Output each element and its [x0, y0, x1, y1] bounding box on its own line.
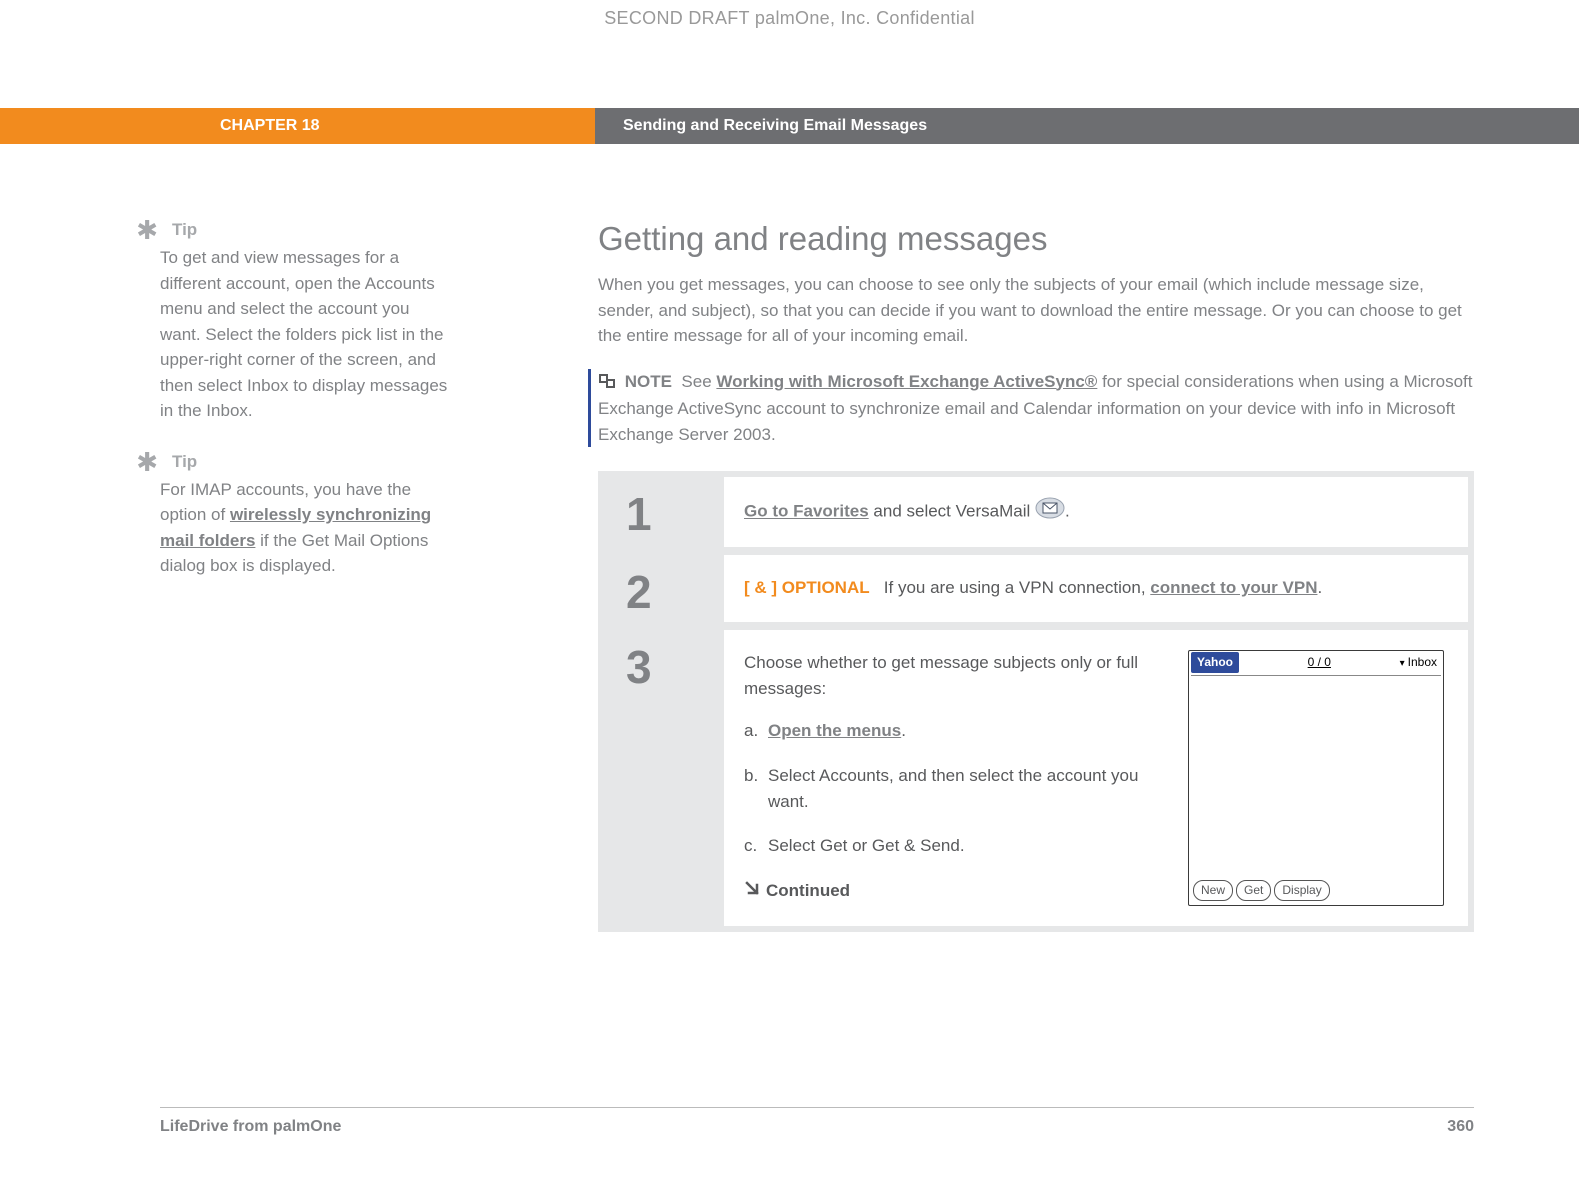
note-text: See — [681, 372, 716, 391]
page-heading: Getting and reading messages — [598, 220, 1474, 258]
tip-block: ✱ Tip For IMAP accounts, you have the op… — [160, 452, 450, 579]
substep: b. Select Accounts, and then select the … — [744, 763, 1160, 816]
substep: a. Open the menus. — [744, 718, 1160, 744]
tip-body: For IMAP accounts, you have the option o… — [160, 477, 450, 579]
note-block: NOTE See Working with Microsoft Exchange… — [588, 369, 1474, 448]
go-to-favorites-link[interactable]: Go to Favorites — [744, 502, 869, 521]
device-message-count: 0 / 0 — [1239, 653, 1400, 672]
optional-label: [ & ] OPTIONAL — [744, 578, 870, 597]
continued-arrow-icon — [744, 878, 760, 904]
note-label: NOTE — [625, 372, 672, 391]
activesync-link[interactable]: Working with Microsoft Exchange ActiveSy… — [716, 372, 1097, 391]
device-get-button[interactable]: Get — [1236, 880, 1271, 901]
device-divider — [1191, 675, 1441, 676]
continued-text: Continued — [766, 878, 850, 904]
device-screenshot: Yahoo 0 / 0 ▾Inbox New Get Display — [1188, 650, 1444, 906]
tip-block: ✱ Tip To get and view messages for a dif… — [160, 220, 450, 424]
steps-container: 1 Go to Favorites and select VersaMail .… — [598, 471, 1474, 932]
chapter-title: Sending and Receiving Email Messages — [595, 108, 1579, 144]
device-new-button[interactable]: New — [1193, 880, 1233, 901]
footer-product: LifeDrive from palmOne — [160, 1118, 341, 1136]
step-row: 1 Go to Favorites and select VersaMail . — [604, 477, 1468, 547]
step-text: If you are using a VPN connection, — [884, 578, 1151, 597]
main-column: Getting and reading messages When you ge… — [598, 220, 1474, 932]
tip-body: To get and view messages for a different… — [160, 245, 450, 424]
tip-label: Tip — [172, 452, 197, 472]
chapter-header: CHAPTER 18 Sending and Receiving Email M… — [0, 108, 1579, 144]
substep-letter: b. — [744, 763, 768, 816]
step-body: Go to Favorites and select VersaMail . — [724, 477, 1468, 547]
device-display-button[interactable]: Display — [1274, 880, 1329, 901]
continued-label: Continued — [744, 878, 1160, 904]
dropdown-triangle-icon: ▾ — [1400, 658, 1405, 669]
page-content: ✱ Tip To get and view messages for a dif… — [160, 220, 1474, 932]
note-icon — [598, 371, 616, 397]
substep-letter: a. — [744, 718, 768, 744]
page-footer: LifeDrive from palmOne 360 — [160, 1107, 1474, 1136]
step-sublist: a. Open the menus. b. Select Accounts, a… — [744, 718, 1160, 859]
device-account-label: Yahoo — [1191, 652, 1239, 673]
substep-letter: c. — [744, 833, 768, 859]
tip-label: Tip — [172, 220, 197, 240]
step-number: 3 — [604, 630, 724, 926]
substep-text: Select Accounts, and then select the acc… — [768, 763, 1160, 816]
sidebar: ✱ Tip To get and view messages for a dif… — [160, 220, 480, 932]
connect-vpn-link[interactable]: connect to your VPN — [1150, 578, 1317, 597]
step-text: . — [1065, 502, 1070, 521]
device-folder-picker[interactable]: ▾Inbox — [1400, 653, 1441, 672]
step-number: 2 — [604, 555, 724, 621]
step-lead: Choose whether to get message subjects o… — [744, 650, 1160, 703]
step-row: 3 Choose whether to get message subjects… — [604, 630, 1468, 926]
step-body: [ & ] OPTIONAL If you are using a VPN co… — [724, 555, 1468, 621]
footer-page-number: 360 — [1447, 1118, 1474, 1136]
asterisk-icon: ✱ — [132, 452, 158, 472]
device-folder-label: Inbox — [1408, 655, 1437, 669]
open-menus-link[interactable]: Open the menus — [768, 721, 901, 740]
step-body: Choose whether to get message subjects o… — [724, 630, 1468, 926]
asterisk-icon: ✱ — [132, 220, 158, 240]
watermark-text: SECOND DRAFT palmOne, Inc. Confidential — [0, 8, 1579, 29]
step-text: and select VersaMail — [869, 502, 1035, 521]
chapter-label: CHAPTER 18 — [0, 108, 595, 144]
substep-text: Select Get or Get & Send. — [768, 833, 965, 859]
substep: c. Select Get or Get & Send. — [744, 833, 1160, 859]
intro-paragraph: When you get messages, you can choose to… — [598, 272, 1474, 349]
substep-text: . — [901, 721, 906, 740]
versamail-icon — [1035, 497, 1065, 527]
step-text: . — [1317, 578, 1322, 597]
step-row: 2 [ & ] OPTIONAL If you are using a VPN … — [604, 555, 1468, 621]
step-number: 1 — [604, 477, 724, 547]
